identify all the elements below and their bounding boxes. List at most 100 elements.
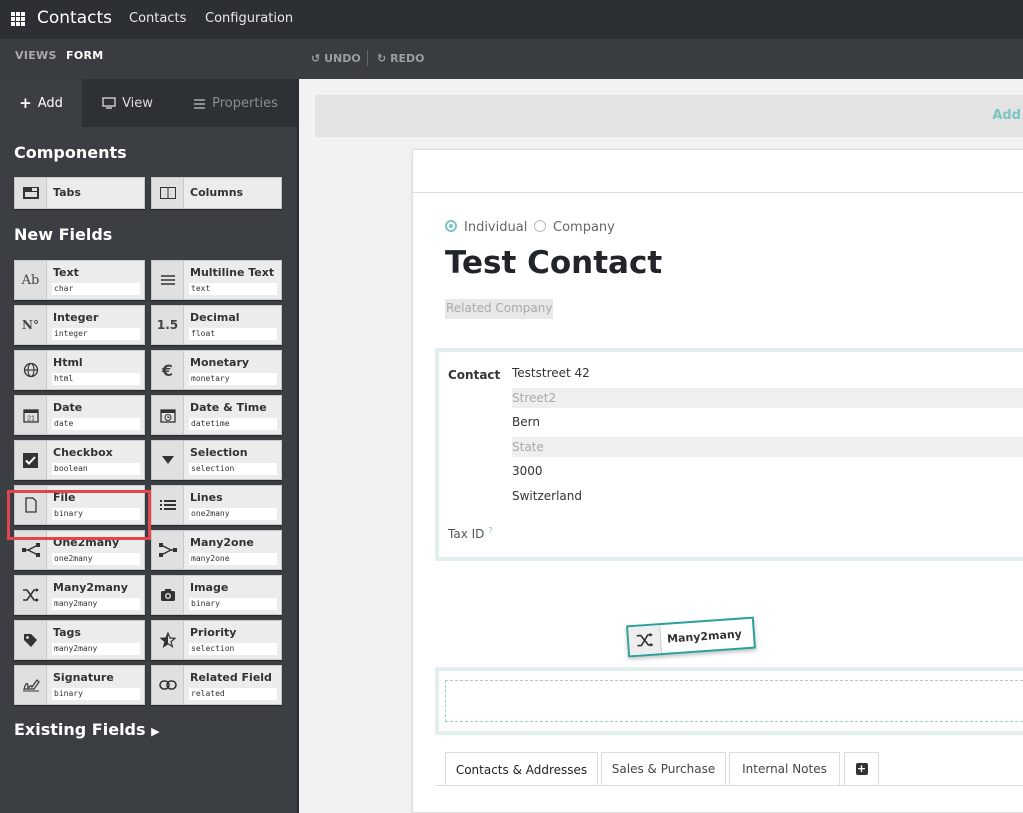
field-text[interactable]: Ab Text char xyxy=(14,260,145,300)
field-technical-type: html xyxy=(52,373,140,385)
field-technical-type: float xyxy=(189,328,277,340)
field-label: Decimal xyxy=(190,311,240,324)
tab-add[interactable]: + Add xyxy=(0,79,82,127)
app-title[interactable]: Contacts xyxy=(37,8,112,28)
studio-toolbar: VIEWS FORM ↺ UNDO ↻ REDO xyxy=(0,39,1023,79)
field-many2many[interactable]: Many2many many2many xyxy=(14,575,145,615)
field-lines[interactable]: Lines one2many xyxy=(151,485,282,525)
contact-address-group[interactable]: Contact Teststreet 42 Street2 Bern State… xyxy=(435,348,1023,561)
apps-grid-icon[interactable] xyxy=(11,12,25,26)
tab-properties[interactable]: Properties xyxy=(174,79,297,127)
field-technical-type: boolean xyxy=(52,463,140,475)
monitor-icon xyxy=(102,97,116,109)
euro-icon: € xyxy=(152,351,184,389)
drop-zone[interactable] xyxy=(435,667,1023,735)
number-icon: N° xyxy=(15,306,47,344)
field-label: Html xyxy=(53,356,83,369)
tab-sales-purchase[interactable]: Sales & Purchase xyxy=(601,752,726,785)
field-technical-type: binary xyxy=(52,688,140,700)
existing-fields-heading[interactable]: Existing Fields ▶ xyxy=(14,720,160,739)
field-label: Lines xyxy=(190,491,223,504)
globe-icon xyxy=(15,351,47,389)
form-canvas: Add Individual Company Test Contact Rela… xyxy=(299,79,1023,813)
radio-company-label: Company xyxy=(553,220,615,235)
form-breadcrumb[interactable]: FORM xyxy=(66,49,103,62)
component-tabs[interactable]: Tabs xyxy=(14,177,145,209)
star-icon xyxy=(152,621,184,659)
list-icon xyxy=(152,486,184,524)
field-label: Related Field xyxy=(190,671,272,684)
field-technical-type: many2one xyxy=(189,553,277,565)
signature-icon xyxy=(15,666,47,704)
field-monetary[interactable]: € Monetary monetary xyxy=(151,350,282,390)
field-label: Selection xyxy=(190,446,248,459)
tabs-icon xyxy=(15,178,47,208)
radio-company[interactable] xyxy=(534,220,546,232)
zip-field[interactable]: 3000 xyxy=(512,461,1023,481)
field-technical-type: one2many xyxy=(52,553,140,565)
many2many-icon xyxy=(15,576,47,614)
add-tab-button[interactable]: + xyxy=(844,752,879,785)
field-technical-type: related xyxy=(189,688,277,700)
link-icon xyxy=(152,666,184,704)
field-technical-type: text xyxy=(189,283,277,295)
field-technical-type: date xyxy=(52,418,140,430)
many2one-icon xyxy=(152,531,184,569)
studio-sidebar: + Add View Properties Components Tabs Co… xyxy=(0,79,297,813)
calendar-clock-icon xyxy=(152,396,184,434)
street-field[interactable]: Teststreet 42 xyxy=(512,363,1023,383)
field-technical-type: integer xyxy=(52,328,140,340)
tab-contacts-addresses[interactable]: Contacts & Addresses xyxy=(445,752,598,786)
contact-name[interactable]: Test Contact xyxy=(445,245,662,281)
undo-button[interactable]: ↺ UNDO xyxy=(311,52,361,65)
field-label: Text xyxy=(53,266,79,279)
field-decimal[interactable]: 1.5 Decimal float xyxy=(151,305,282,345)
field-integer[interactable]: N° Integer integer xyxy=(14,305,145,345)
drop-zone-hook[interactable] xyxy=(445,680,1023,722)
checkbox-icon xyxy=(15,441,47,479)
menu-configuration[interactable]: Configuration xyxy=(205,11,293,26)
help-icon[interactable]: ? xyxy=(488,526,492,535)
field-html[interactable]: Html html xyxy=(14,350,145,390)
notebook-divider xyxy=(435,785,1023,786)
columns-icon xyxy=(152,178,184,208)
field-technical-type: monetary xyxy=(189,373,277,385)
camera-icon xyxy=(152,576,184,614)
caret-down-icon xyxy=(152,441,184,479)
field-date[interactable]: 21 Date date xyxy=(14,395,145,435)
component-columns[interactable]: Columns xyxy=(151,177,282,209)
tab-view[interactable]: View xyxy=(82,79,173,127)
field-priority[interactable]: Priority selection xyxy=(151,620,282,660)
field-image[interactable]: Image binary xyxy=(151,575,282,615)
field-technical-type: selection xyxy=(189,643,277,655)
field-tags[interactable]: Tags many2many xyxy=(14,620,145,660)
country-field[interactable]: Switzerland xyxy=(512,486,1023,506)
field-date-time[interactable]: Date & Time datetime xyxy=(151,395,282,435)
svg-text:21: 21 xyxy=(27,416,35,423)
form-sheet: Individual Company Test Contact Related … xyxy=(412,149,1023,813)
city-field[interactable]: Bern xyxy=(512,412,1023,432)
field-technical-type: one2many xyxy=(189,508,277,520)
street2-field[interactable]: Street2 xyxy=(512,388,1023,408)
menu-contacts[interactable]: Contacts xyxy=(129,11,186,26)
radio-individual[interactable] xyxy=(445,220,457,232)
top-navbar: Contacts Contacts Configuration xyxy=(0,0,1023,39)
component-tabs-label: Tabs xyxy=(53,186,81,199)
redo-icon: ↻ xyxy=(377,52,387,65)
related-company-field[interactable]: Related Company xyxy=(445,299,554,319)
state-field[interactable]: State xyxy=(512,437,1023,457)
field-signature[interactable]: Signature binary xyxy=(14,665,145,705)
tab-properties-label: Properties xyxy=(212,95,278,111)
add-header-button[interactable]: Add xyxy=(992,108,1021,123)
field-label: Checkbox xyxy=(53,446,113,459)
field-many2one[interactable]: Many2one many2one xyxy=(151,530,282,570)
views-breadcrumb[interactable]: VIEWS xyxy=(15,49,57,62)
field-related-field[interactable]: Related Field related xyxy=(151,665,282,705)
field-multiline-text[interactable]: Multiline Text text xyxy=(151,260,282,300)
field-selection[interactable]: Selection selection xyxy=(151,440,282,480)
tab-view-label: View xyxy=(122,95,153,111)
redo-button[interactable]: ↻ REDO xyxy=(377,52,425,65)
field-technical-type: datetime xyxy=(189,418,277,430)
tab-internal-notes[interactable]: Internal Notes xyxy=(729,752,840,785)
field-checkbox[interactable]: Checkbox boolean xyxy=(14,440,145,480)
